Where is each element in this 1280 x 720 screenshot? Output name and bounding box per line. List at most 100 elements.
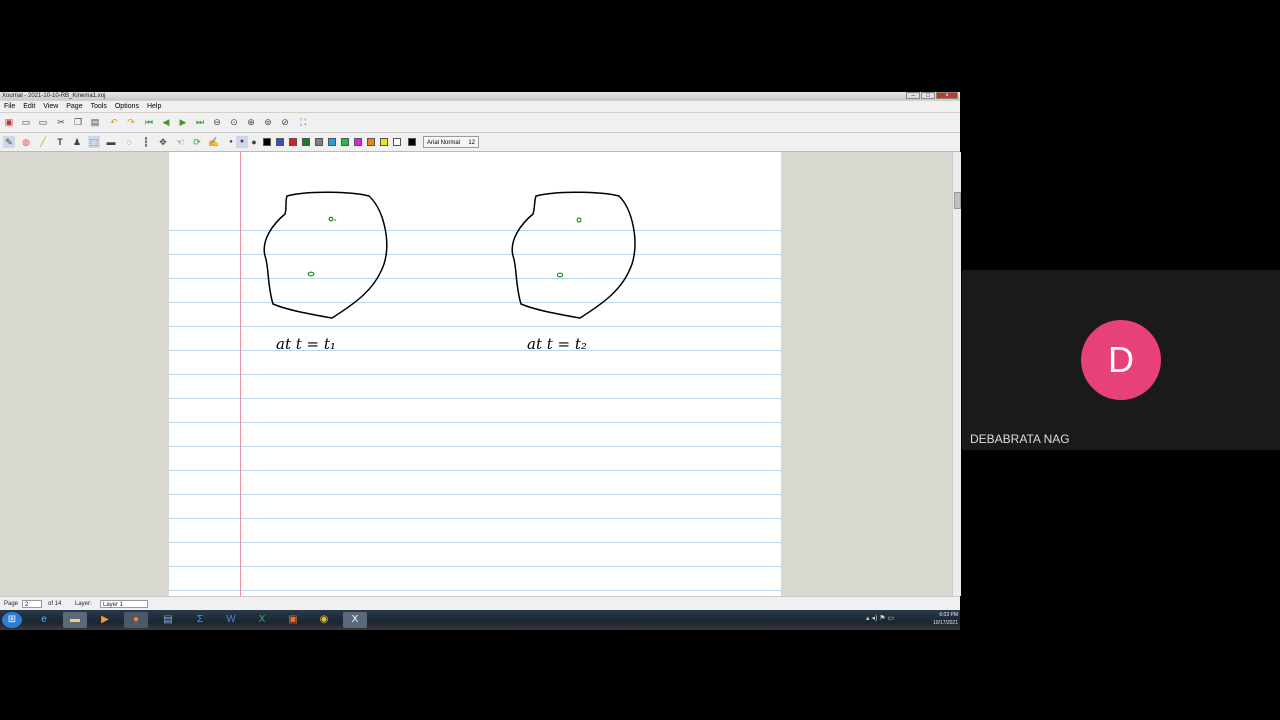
xournal-window: Xournal - 2021-10-10-RB_Kinema1.xoj – □ …: [0, 92, 961, 630]
close-button[interactable]: ×: [936, 92, 958, 99]
excel-icon[interactable]: X: [250, 612, 274, 628]
status-bar: Page 2 of 14 Layer: Layer 1: [0, 596, 960, 611]
color-gray-swatch[interactable]: [315, 138, 323, 146]
clock-date: 10/17/2021: [932, 620, 958, 626]
layer-select[interactable]: Layer 1: [100, 600, 148, 608]
app-icon[interactable]: ▣: [281, 612, 305, 628]
default-pen-icon[interactable]: ✍: [208, 136, 220, 148]
zoom-fit-icon[interactable]: ⊙: [228, 116, 240, 128]
scrollbar-thumb[interactable]: [954, 192, 961, 209]
color-lightgreen-swatch[interactable]: [341, 138, 349, 146]
text-icon[interactable]: T: [54, 136, 66, 148]
drawing-canvas[interactable]: at t = t₁ at t = t₂: [0, 152, 952, 596]
zoom-100-icon[interactable]: ⊚: [262, 116, 274, 128]
avatar: D: [1081, 320, 1161, 400]
medium-pen-icon[interactable]: ●: [236, 136, 248, 148]
font-selector[interactable]: Arial Normal 12: [423, 136, 479, 148]
open-icon[interactable]: ▭: [37, 116, 49, 128]
page-count: of 14: [48, 601, 62, 607]
vertical-space-icon[interactable]: ┇: [140, 136, 152, 148]
notepad-icon[interactable]: ▤: [156, 612, 180, 628]
save-icon[interactable]: ▣: [3, 116, 15, 128]
chrome-icon[interactable]: ◉: [312, 612, 336, 628]
shape-recognizer-icon[interactable]: ⟳: [191, 136, 203, 148]
menu-options[interactable]: Options: [115, 101, 139, 112]
undo-icon[interactable]: ↶: [108, 116, 120, 128]
thick-pen-icon[interactable]: ●: [248, 136, 260, 148]
menu-view[interactable]: View: [43, 101, 58, 112]
copy-icon[interactable]: ❐: [72, 116, 84, 128]
zoom-in-icon[interactable]: ⊕: [245, 116, 257, 128]
lined-page[interactable]: at t = t₁ at t = t₂: [169, 152, 781, 596]
ink-layer: at t = t₁ at t = t₂: [263, 191, 636, 353]
color-magenta-swatch[interactable]: [354, 138, 362, 146]
ie-icon[interactable]: e: [32, 612, 56, 628]
eraser-icon[interactable]: ◍: [20, 136, 32, 148]
menu-help[interactable]: Help: [147, 101, 161, 112]
pen-icon[interactable]: ✎: [3, 136, 15, 148]
media-icon[interactable]: ▶: [93, 612, 117, 628]
hand-icon[interactable]: ✥: [157, 136, 169, 148]
start-button[interactable]: ⊞: [2, 612, 22, 628]
handwritten-label-left: at t = t₁: [276, 335, 336, 353]
redo-icon[interactable]: ↷: [125, 116, 137, 128]
menu-tools[interactable]: Tools: [91, 101, 107, 112]
title-bar: Xournal - 2021-10-10-RB_Kinema1.xoj – □ …: [0, 92, 960, 100]
menu-edit[interactable]: Edit: [23, 101, 35, 112]
particle-dot: [328, 216, 334, 222]
fullscreen-icon[interactable]: ⛶: [297, 116, 309, 128]
first-page-icon[interactable]: ⏮: [143, 116, 155, 128]
participant-name: DEBABRATA NAG: [970, 432, 1070, 446]
page-label: Page: [4, 601, 19, 607]
sigma-icon[interactable]: Σ: [188, 612, 212, 628]
main-toolbar: ▣ ▭ ▭ ✂ ❐ ▤ ↶ ↷ ⏮ ◀ ▶ ⏭ ⊖ ⊙ ⊕ ⊚ ⊘ ⛶: [0, 113, 960, 133]
explorer-icon[interactable]: ▬: [63, 612, 87, 628]
pan-icon[interactable]: ☜: [174, 136, 186, 148]
tray-icons[interactable]: ▴ ◂) ⚑ ▭: [866, 614, 894, 622]
particle-dot: [307, 271, 315, 277]
participant-tile[interactable]: D DEBABRATA NAG: [962, 270, 1280, 450]
color-red-swatch[interactable]: [289, 138, 297, 146]
last-page-icon[interactable]: ⏭: [194, 116, 206, 128]
blob-shape-right: [511, 191, 636, 319]
windows-taskbar: ⊞ e ▬ ▶ ● ▤ Σ W X ▣ ◉ X ▴ ◂) ⚑ ▭ 6:03 PM…: [0, 610, 960, 630]
prev-page-icon[interactable]: ◀: [160, 116, 172, 128]
select-rect-icon[interactable]: ⬚: [88, 136, 100, 148]
particle-dot: [576, 217, 582, 223]
xournal-task-icon[interactable]: X: [343, 612, 367, 628]
color-green-swatch[interactable]: [302, 138, 310, 146]
zoom-page-icon[interactable]: ⊘: [279, 116, 291, 128]
color-yellow-swatch[interactable]: [380, 138, 388, 146]
menu-bar: File Edit View Page Tools Options Help: [0, 101, 960, 112]
blob-shape-left: [263, 191, 388, 319]
color-orange-swatch[interactable]: [367, 138, 375, 146]
page-number-input[interactable]: 2: [22, 600, 42, 608]
ruler-icon[interactable]: ▬: [105, 136, 117, 148]
layer-label: Layer:: [75, 601, 92, 607]
vertical-scrollbar[interactable]: [952, 152, 961, 596]
menu-file[interactable]: File: [4, 101, 15, 112]
menu-page[interactable]: Page: [66, 101, 82, 112]
color-current-swatch[interactable]: [408, 138, 416, 146]
next-page-icon[interactable]: ▶: [177, 116, 189, 128]
zoom-out-icon[interactable]: ⊖: [211, 116, 223, 128]
cut-icon[interactable]: ✂: [55, 116, 67, 128]
clock[interactable]: 6:03 PM 10/17/2021: [912, 611, 958, 627]
color-lightblue-swatch[interactable]: [328, 138, 336, 146]
lasso-icon[interactable]: ◌: [123, 136, 135, 148]
font-name: Arial Normal: [427, 140, 461, 146]
word-icon[interactable]: W: [219, 612, 243, 628]
image-icon[interactable]: ♟: [71, 136, 83, 148]
maximize-button[interactable]: □: [921, 92, 935, 99]
color-white-swatch[interactable]: [393, 138, 401, 146]
color-blue-swatch[interactable]: [276, 138, 284, 146]
paste-icon[interactable]: ▤: [89, 116, 101, 128]
new-icon[interactable]: ▭: [20, 116, 32, 128]
highlighter-icon[interactable]: ╱: [37, 136, 49, 148]
minimize-button[interactable]: –: [906, 92, 920, 99]
color-black-swatch[interactable]: [263, 138, 271, 146]
firefox-icon[interactable]: ●: [124, 612, 148, 628]
particle-dot: [334, 219, 336, 221]
handwritten-label-right: at t = t₂: [527, 335, 587, 353]
particle-dot: [556, 272, 564, 278]
